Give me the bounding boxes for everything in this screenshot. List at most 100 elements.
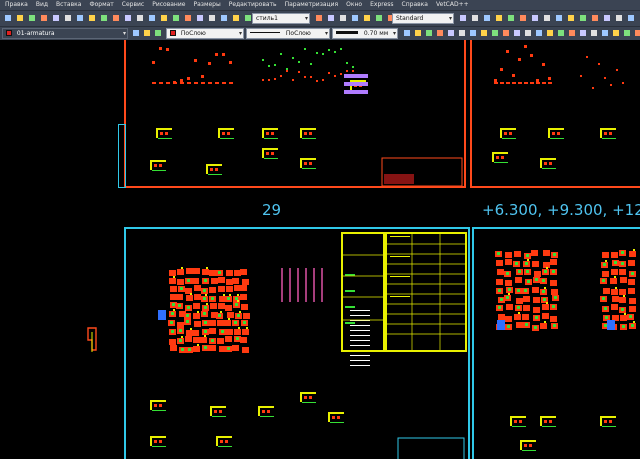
toolbar-icon-button[interactable] <box>554 13 564 24</box>
toolbar-icon-button[interactable] <box>614 13 624 24</box>
tool-icon <box>508 15 514 21</box>
toolbar-icon-button[interactable] <box>147 13 157 24</box>
menu-item-8[interactable]: Параметризация <box>282 0 344 10</box>
dim-style-combo[interactable]: Standard ▾ <box>392 13 454 24</box>
toolbar-icon-button[interactable] <box>490 28 500 39</box>
toolbar-icon-button[interactable] <box>39 13 49 24</box>
toolbar-icon-button[interactable] <box>123 13 133 24</box>
toolbar-icon-button[interactable] <box>350 13 360 24</box>
menu-item-3[interactable]: Формат <box>86 0 118 10</box>
toolbar-icon-button[interactable] <box>523 28 533 39</box>
linetype-combo[interactable]: ПоСлою ▾ <box>246 28 330 39</box>
toolbar-icon-button[interactable] <box>413 28 423 39</box>
toolbar-icon-button[interactable] <box>424 28 434 39</box>
menu-item-9[interactable]: Окно <box>343 0 367 10</box>
toolbar-icon-button[interactable] <box>518 13 528 24</box>
toolbar-icon-button[interactable] <box>51 13 61 24</box>
menu-item-2[interactable]: Вставка <box>53 0 86 10</box>
toolbar-icon-button[interactable] <box>602 13 612 24</box>
toolbar-icon-button[interactable] <box>171 13 181 24</box>
toolbar-icon-button[interactable] <box>207 13 217 24</box>
tool-icon <box>514 30 520 36</box>
toolbar-icon-button[interactable] <box>468 28 478 39</box>
chevron-down-icon[interactable]: ▾ <box>449 14 452 23</box>
toolbar-icon-button[interactable] <box>578 13 588 24</box>
toolbar-icon-button[interactable] <box>482 13 492 24</box>
toolbar-icon-button[interactable] <box>530 13 540 24</box>
toolbar-icon-button[interactable] <box>600 28 610 39</box>
toolbar-icon-button[interactable] <box>545 28 555 39</box>
toolbar-icon-button[interactable] <box>506 13 516 24</box>
menu-item-10[interactable]: Express <box>367 0 398 10</box>
toolbar-icon-button[interactable] <box>75 13 85 24</box>
toolbar-icon-button[interactable] <box>589 28 599 39</box>
toolbar-icon-button[interactable] <box>142 28 152 39</box>
toolbar-icon-button[interactable] <box>494 13 504 24</box>
toolbar-icon-button[interactable] <box>457 28 467 39</box>
drawing-canvas[interactable]: 29 +6.300, +9.300, +12. <box>0 40 640 459</box>
toolbar-icon-button[interactable] <box>435 28 445 39</box>
toolbar-icon-button[interactable] <box>479 28 489 39</box>
chevron-down-icon[interactable]: ▾ <box>393 29 396 38</box>
toolbar-icon-button[interactable] <box>131 28 141 39</box>
toolbar-icon-button[interactable] <box>633 28 640 39</box>
toolbar-icon-button[interactable] <box>374 13 384 24</box>
toolbar-icon-button[interactable] <box>534 28 544 39</box>
toolbar-icon-button[interactable] <box>135 13 145 24</box>
toolbar-icon-button[interactable] <box>326 13 336 24</box>
menu-item-0[interactable]: Правка <box>2 0 33 10</box>
toolbar-icon-button[interactable] <box>195 13 205 24</box>
toolbar-icon-button[interactable] <box>3 13 13 24</box>
menu-item-4[interactable]: Сервис <box>119 0 149 10</box>
toolbar-icon-button[interactable] <box>63 13 73 24</box>
toolbar-icon-button[interactable] <box>458 13 468 24</box>
color-combo[interactable]: ПоСлою ▾ <box>166 28 244 39</box>
toolbar-icon-button[interactable] <box>542 13 552 24</box>
menu-item-12[interactable]: VetCAD++ <box>433 0 474 10</box>
toolbar-icon-button[interactable] <box>611 28 621 39</box>
toolbar-icon-button[interactable] <box>590 13 600 24</box>
toolbar-icon-button[interactable] <box>512 28 522 39</box>
chevron-down-icon[interactable]: ▾ <box>325 29 328 38</box>
menu-item-5[interactable]: Рисование <box>149 0 190 10</box>
menu-item-6[interactable]: Размеры <box>190 0 225 10</box>
tool-icon <box>101 15 107 21</box>
toolbar-icon-button[interactable] <box>159 13 169 24</box>
text-style-combo[interactable]: стиль1 ▾ <box>252 13 310 24</box>
toolbar-icon-button[interactable] <box>470 13 480 24</box>
toolbar-icon-button[interactable] <box>231 13 241 24</box>
toolbar-icon-button[interactable] <box>15 13 25 24</box>
menu-item-7[interactable]: Редактировать <box>226 0 282 10</box>
toolbar-icon-button[interactable] <box>99 13 109 24</box>
color-value: ПоСлою <box>180 30 206 37</box>
toolbar-icon-button[interactable] <box>567 28 577 39</box>
menu-item-11[interactable]: Справка <box>399 0 433 10</box>
tool-icon <box>77 15 83 21</box>
toolbar-icon-button[interactable] <box>153 28 163 39</box>
toolbar-icon-button[interactable] <box>219 13 229 24</box>
toolbar-icon-button[interactable] <box>402 28 412 39</box>
lineweight-combo[interactable]: 0.70 мм ▾ <box>332 28 398 39</box>
layer-color-swatch <box>6 30 12 36</box>
toolbar-icon-button[interactable] <box>622 28 632 39</box>
chevron-down-icon[interactable]: ▾ <box>239 29 242 38</box>
toolbar-icon-button[interactable] <box>87 13 97 24</box>
toolbar-icon-button[interactable] <box>111 13 121 24</box>
menu-item-1[interactable]: Вид <box>33 0 53 10</box>
toolbar-icon-button[interactable] <box>446 28 456 39</box>
toolbar-icon-button[interactable] <box>183 13 193 24</box>
toolbar-icon-button[interactable] <box>556 28 566 39</box>
toolbar-icon-button[interactable] <box>501 28 511 39</box>
layer-combo[interactable]: 01-armatura ▾ <box>2 28 128 39</box>
toolbar-icon-button[interactable] <box>626 13 636 24</box>
toolbar-icon-button[interactable] <box>314 13 324 24</box>
toolbar-icon-button[interactable] <box>566 13 576 24</box>
tool-icon <box>484 15 490 21</box>
toolbar-icon-button[interactable] <box>27 13 37 24</box>
chevron-down-icon[interactable]: ▾ <box>305 14 308 23</box>
tool-icon <box>221 15 227 21</box>
toolbar-icon-button[interactable] <box>362 13 372 24</box>
toolbar-icon-button[interactable] <box>338 13 348 24</box>
toolbar-icon-button[interactable] <box>578 28 588 39</box>
chevron-down-icon[interactable]: ▾ <box>123 29 126 38</box>
